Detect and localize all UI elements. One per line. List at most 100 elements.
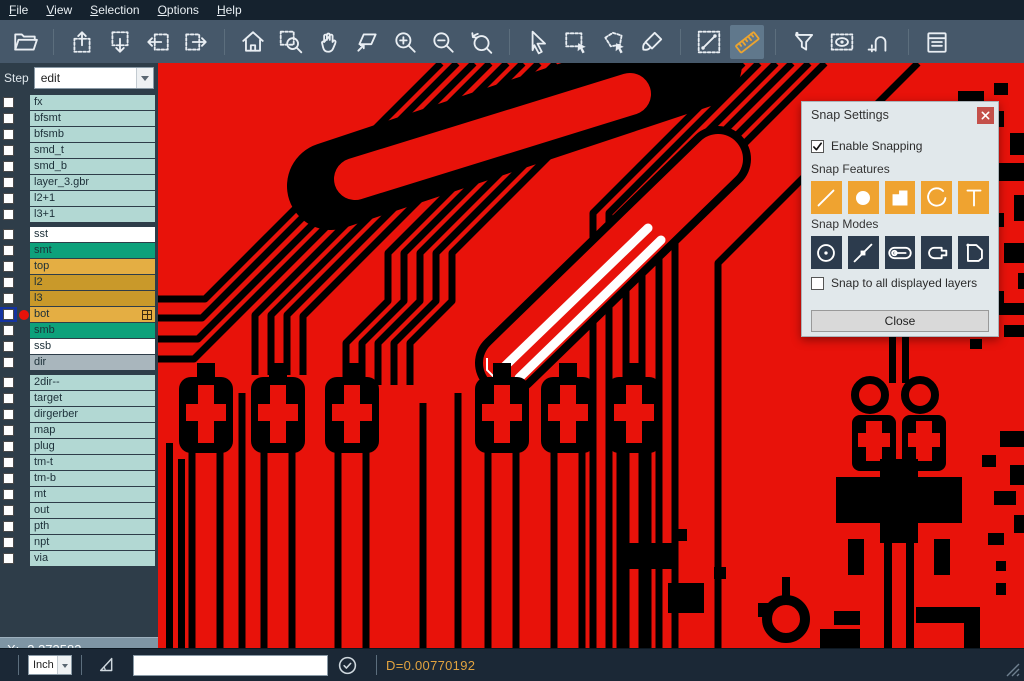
- layer-name[interactable]: mt: [30, 487, 155, 502]
- export-bottom-button[interactable]: [103, 25, 137, 59]
- unit-select[interactable]: Inch: [28, 655, 72, 675]
- layer-row-fx[interactable]: fx: [0, 95, 158, 110]
- layer-visibility-checkbox[interactable]: [0, 339, 17, 354]
- step-select[interactable]: edit: [34, 67, 154, 89]
- layer-row-layer_3.gbr[interactable]: layer_3.gbr: [0, 175, 158, 190]
- select-button[interactable]: [521, 25, 555, 59]
- layer-visibility-checkbox[interactable]: [0, 227, 17, 242]
- layer-name[interactable]: bot: [30, 307, 155, 322]
- layer-name[interactable]: map: [30, 423, 155, 438]
- report-button[interactable]: [920, 25, 954, 59]
- layer-name[interactable]: smd_t: [30, 143, 155, 158]
- apply-icon[interactable]: [337, 655, 358, 676]
- snap-feature-text-button[interactable]: [958, 181, 989, 214]
- layer-name[interactable]: sst: [30, 227, 155, 242]
- shift-left-button[interactable]: [141, 25, 175, 59]
- export-top-button[interactable]: [65, 25, 99, 59]
- layer-name[interactable]: l2+1: [30, 191, 155, 206]
- layer-row-bfsmt[interactable]: bfsmt: [0, 111, 158, 126]
- layer-name[interactable]: l2: [30, 275, 155, 290]
- menu-item-file[interactable]: File: [0, 0, 37, 20]
- layer-row-smd_t[interactable]: smd_t: [0, 143, 158, 158]
- layer-row-plug[interactable]: plug: [0, 439, 158, 454]
- close-button[interactable]: Close: [811, 310, 989, 332]
- layer-name[interactable]: smt: [30, 243, 155, 258]
- layer-visibility-checkbox[interactable]: [0, 439, 17, 454]
- layer-row-2dir--[interactable]: 2dir--: [0, 375, 158, 390]
- layer-row-mt[interactable]: mt: [0, 487, 158, 502]
- view-box-button[interactable]: [825, 25, 859, 59]
- snap-all-layers-checkbox[interactable]: [811, 277, 824, 290]
- layer-row-pth[interactable]: pth: [0, 519, 158, 534]
- layer-visibility-checkbox[interactable]: [0, 143, 17, 158]
- layer-name[interactable]: top: [30, 259, 155, 274]
- zoom-previous-button[interactable]: [464, 25, 498, 59]
- layer-name[interactable]: dirgerber: [30, 407, 155, 422]
- layer-row-tm-b[interactable]: tm-b: [0, 471, 158, 486]
- layer-name[interactable]: l3+1: [30, 207, 155, 222]
- layer-visibility-checkbox[interactable]: [0, 243, 17, 258]
- layer-visibility-checkbox[interactable]: [0, 259, 17, 274]
- layer-visibility-checkbox[interactable]: [0, 455, 17, 470]
- zoom-in-button[interactable]: [388, 25, 422, 59]
- layer-visibility-checkbox[interactable]: [0, 375, 17, 390]
- snap-mode-slot-outline-button[interactable]: [921, 236, 952, 269]
- measure-points-button[interactable]: [692, 25, 726, 59]
- resize-grip[interactable]: [1006, 663, 1020, 677]
- layer-row-l3+1[interactable]: l3+1: [0, 207, 158, 222]
- layer-visibility-checkbox[interactable]: [0, 487, 17, 502]
- menu-item-view[interactable]: View: [37, 0, 81, 20]
- snap-mode-center-button[interactable]: [811, 236, 842, 269]
- layer-visibility-checkbox[interactable]: [0, 355, 17, 370]
- layer-name[interactable]: via: [30, 551, 155, 566]
- layer-visibility-checkbox[interactable]: [0, 175, 17, 190]
- dialog-titlebar[interactable]: Snap Settings: [802, 102, 998, 128]
- snap-mode-slot-centerline-button[interactable]: [885, 236, 916, 269]
- snap-feature-line-button[interactable]: [811, 181, 842, 214]
- layer-visibility-checkbox[interactable]: [0, 519, 17, 534]
- layer-visibility-checkbox[interactable]: [0, 191, 17, 206]
- layer-visibility-checkbox[interactable]: [0, 159, 17, 174]
- layer-name[interactable]: bfsmb: [30, 127, 155, 142]
- layer-row-map[interactable]: map: [0, 423, 158, 438]
- layer-name[interactable]: npt: [30, 535, 155, 550]
- layer-visibility-checkbox[interactable]: [0, 323, 17, 338]
- menu-item-options[interactable]: Options: [149, 0, 208, 20]
- measure-net-button[interactable]: [863, 25, 897, 59]
- layer-row-l2[interactable]: l2: [0, 275, 158, 290]
- layer-name[interactable]: fx: [30, 95, 155, 110]
- layer-name[interactable]: dir: [30, 355, 155, 370]
- layer-name[interactable]: tm-b: [30, 471, 155, 486]
- layer-visibility-checkbox[interactable]: [0, 551, 17, 566]
- select-polygon-button[interactable]: [597, 25, 631, 59]
- layer-visibility-checkbox[interactable]: [0, 95, 17, 110]
- zoom-out-button[interactable]: [426, 25, 460, 59]
- layer-name[interactable]: 2dir--: [30, 375, 155, 390]
- layer-row-l2+1[interactable]: l2+1: [0, 191, 158, 206]
- layer-row-smd_b[interactable]: smd_b: [0, 159, 158, 174]
- layer-row-tm-t[interactable]: tm-t: [0, 455, 158, 470]
- layer-visibility-checkbox[interactable]: [0, 111, 17, 126]
- snap-feature-surface-button[interactable]: [885, 181, 916, 214]
- layer-name[interactable]: smd_b: [30, 159, 155, 174]
- zoom-area-button[interactable]: [274, 25, 308, 59]
- layer-row-top[interactable]: top: [0, 259, 158, 274]
- layer-name[interactable]: target: [30, 391, 155, 406]
- layer-row-npt[interactable]: npt: [0, 535, 158, 550]
- grid-icon[interactable]: [142, 310, 152, 320]
- shift-right-button[interactable]: [179, 25, 213, 59]
- menu-item-help[interactable]: Help: [208, 0, 251, 20]
- layer-row-bot[interactable]: bot: [0, 307, 158, 322]
- measure-ruler-button[interactable]: [730, 25, 764, 59]
- measure-input[interactable]: [133, 655, 328, 676]
- menu-item-selection[interactable]: Selection: [81, 0, 148, 20]
- layer-name[interactable]: smb: [30, 323, 155, 338]
- filter-button[interactable]: [787, 25, 821, 59]
- layer-name[interactable]: ssb: [30, 339, 155, 354]
- layer-visibility-checkbox[interactable]: [0, 423, 17, 438]
- layer-visibility-checkbox[interactable]: [0, 407, 17, 422]
- layer-row-l3[interactable]: l3: [0, 291, 158, 306]
- snap-mode-midpoint-button[interactable]: [848, 236, 879, 269]
- layer-name[interactable]: layer_3.gbr: [30, 175, 155, 190]
- layer-name[interactable]: plug: [30, 439, 155, 454]
